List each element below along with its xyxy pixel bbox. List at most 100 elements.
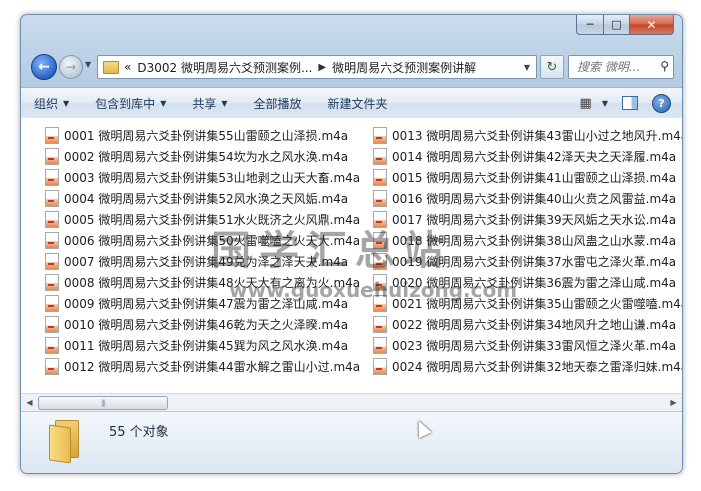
audio-file-icon [45,190,59,207]
include-library-label: 包含到库中 [95,96,156,111]
audio-file-icon [45,211,59,228]
file-item[interactable]: 0012 微明周易六爻卦例讲集44雷水解之雷山小过.m4a [45,356,370,377]
file-item[interactable]: 0020 微明周易六爻卦例讲集36震为雷之泽山咸.m4a [373,272,682,293]
audio-file-icon [373,253,387,270]
item-count: 55 个对象 [109,425,169,440]
file-column-left: 0001 微明周易六爻卦例讲集55山雷颐之山泽损.m4a 0002 微明周易六爻… [45,125,370,377]
audio-file-icon [45,274,59,291]
close-button[interactable]: ✕ [630,15,674,35]
details-pane: 55 个对象 [21,411,682,473]
preview-pane-icon[interactable] [622,96,638,110]
file-name: 0019 微明周易六爻卦例讲集37水雷屯之泽火革.m4a [392,255,677,269]
file-name: 0001 微明周易六爻卦例讲集55山雷颐之山泽损.m4a [64,129,349,143]
scroll-left-button[interactable]: ◀ [21,394,38,411]
audio-file-icon [373,211,387,228]
recent-pages-dropdown[interactable]: ▼ [85,60,91,69]
audio-file-icon [373,295,387,312]
file-item[interactable]: 0003 微明周易六爻卦例讲集53山地剥之山天大畜.m4a [45,167,370,188]
audio-file-icon [45,127,59,144]
chevron-down-icon: ▼ [63,98,70,108]
minimize-button[interactable]: ─ [576,15,604,35]
file-item[interactable]: 0016 微明周易六爻卦例讲集40山火贲之风雷益.m4a [373,188,682,209]
change-view-icon[interactable]: ▦ [580,96,592,111]
file-item[interactable]: 0015 微明周易六爻卦例讲集41山雷颐之山泽损.m4a [373,167,682,188]
new-folder-button[interactable]: 新建文件夹 [315,88,401,118]
file-name: 0013 微明周易六爻卦例讲集43雷山小过之地风升.m4a [392,129,682,143]
file-item[interactable]: 0007 微明周易六爻卦例讲集49兑为泽之泽天夬.m4a [45,251,370,272]
play-all-button[interactable]: 全部播放 [241,88,315,118]
file-name: 0009 微明周易六爻卦例讲集47震为雷之泽山咸.m4a [64,297,349,311]
file-name: 0002 微明周易六爻卦例讲集54坎为水之风水涣.m4a [64,150,349,164]
help-icon[interactable]: ? [652,93,671,113]
breadcrumb-item-parent[interactable]: D3002 微明周易六爻预测案例... [137,59,312,76]
scroll-right-button[interactable]: ▶ [665,394,682,411]
address-bar[interactable]: « D3002 微明周易六爻预测案例... ▶ 微明周易六爻预测案例讲解 ▼ [97,55,537,79]
audio-file-icon [45,316,59,333]
file-item[interactable]: 0006 微明周易六爻卦例讲集50火雷噬嗑之火天大.m4a [45,230,370,251]
file-name: 0006 微明周易六爻卦例讲集50火雷噬嗑之火天大.m4a [64,234,361,248]
maximize-button[interactable]: □ [604,15,630,35]
audio-file-icon [45,358,59,375]
organize-menu[interactable]: 组织 ▼ [21,88,82,118]
file-item[interactable]: 0017 微明周易六爻卦例讲集39天风姤之天水讼.m4a [373,209,682,230]
file-item[interactable]: 0018 微明周易六爻卦例讲集38山风蛊之山水蒙.m4a [373,230,682,251]
refresh-button[interactable]: ↻ [540,55,564,79]
file-item[interactable]: 0022 微明周易六爻卦例讲集34地风升之地山谦.m4a [373,314,682,335]
forward-button[interactable]: → [59,55,83,79]
command-bar: 组织 ▼ 包含到库中 ▼ 共享 ▼ 全部播放 新建文件夹 ▦ ▼ ? [21,87,682,119]
file-name: 0008 微明周易六爻卦例讲集48火天大有之离为火.m4a [64,276,361,290]
audio-file-icon [45,337,59,354]
audio-file-icon [45,253,59,270]
file-item[interactable]: 0002 微明周易六爻卦例讲集54坎为水之风水涣.m4a [45,146,370,167]
search-icon[interactable]: ⚲ [660,59,669,73]
file-item[interactable]: 0005 微明周易六爻卦例讲集51水火既济之火风鼎.m4a [45,209,370,230]
include-in-library-menu[interactable]: 包含到库中 ▼ [82,88,179,118]
chevron-down-icon: ▼ [221,98,228,108]
breadcrumb-separator[interactable]: ▶ [318,62,326,73]
file-name: 0004 微明周易六爻卦例讲集52风水涣之天风姤.m4a [64,192,349,206]
audio-file-icon [373,127,387,144]
search-box[interactable]: ⚲ [568,55,674,79]
audio-file-icon [45,148,59,165]
file-name: 0007 微明周易六爻卦例讲集49兑为泽之泽天夬.m4a [64,255,349,269]
caption-buttons: ─ □ ✕ [576,15,674,35]
file-name: 0018 微明周易六爻卦例讲集38山风蛊之山水蒙.m4a [392,234,677,248]
breadcrumb-overflow[interactable]: « [124,60,131,74]
scroll-thumb[interactable]: ||| [38,396,168,410]
file-name: 0016 微明周易六爻卦例讲集40山火贲之风雷益.m4a [392,192,677,206]
file-name: 0005 微明周易六爻卦例讲集51水火既济之火风鼎.m4a [64,213,361,227]
audio-file-icon [373,190,387,207]
horizontal-scrollbar[interactable]: ◀ ||| ▶ [21,393,682,411]
address-dropdown[interactable]: ▼ [518,56,536,78]
play-all-label: 全部播放 [253,96,302,111]
file-item[interactable]: 0019 微明周易六爻卦例讲集37水雷屯之泽火革.m4a [373,251,682,272]
file-item[interactable]: 0014 微明周易六爻卦例讲集42泽天夬之天泽履.m4a [373,146,682,167]
file-name: 0017 微明周易六爻卦例讲集39天风姤之天水讼.m4a [392,213,677,227]
navigation-bar: ← → ▼ « D3002 微明周易六爻预测案例... ▶ 微明周易六爻预测案例… [21,51,682,83]
file-item[interactable]: 0013 微明周易六爻卦例讲集43雷山小过之地风升.m4a [373,125,682,146]
file-column-right: 0013 微明周易六爻卦例讲集43雷山小过之地风升.m4a 0014 微明周易六… [373,125,682,377]
share-label: 共享 [192,96,217,111]
file-list: 0001 微明周易六爻卦例讲集55山雷颐之山泽损.m4a 0002 微明周易六爻… [21,118,682,393]
file-item[interactable]: 0023 微明周易六爻卦例讲集33雷风恒之泽火革.m4a [373,335,682,356]
file-item[interactable]: 0001 微明周易六爻卦例讲集55山雷颐之山泽损.m4a [45,125,370,146]
audio-file-icon [373,232,387,249]
toolbar-right: ▦ ▼ ? [580,88,682,118]
file-item[interactable]: 0008 微明周易六爻卦例讲集48火天大有之离为火.m4a [45,272,370,293]
file-item[interactable]: 0011 微明周易六爻卦例讲集45巽为风之风水涣.m4a [45,335,370,356]
organize-label: 组织 [34,96,59,111]
file-item[interactable]: 0010 微明周易六爻卦例讲集46乾为天之火泽睽.m4a [45,314,370,335]
breadcrumb-item-current[interactable]: 微明周易六爻预测案例讲解 [332,59,476,76]
file-item[interactable]: 0004 微明周易六爻卦例讲集52风水涣之天风姤.m4a [45,188,370,209]
view-options-dropdown[interactable]: ▼ [602,99,608,108]
explorer-window: ─ □ ✕ ← → ▼ « D3002 微明周易六爻预测案例... ▶ 微明周易… [20,14,683,474]
search-input[interactable] [575,59,657,75]
share-menu[interactable]: 共享 ▼ [179,88,240,118]
audio-file-icon [373,358,387,375]
file-item[interactable]: 0009 微明周易六爻卦例讲集47震为雷之泽山咸.m4a [45,293,370,314]
file-item[interactable]: 0021 微明周易六爻卦例讲集35山雷颐之火雷噬嗑.m4a [373,293,682,314]
back-button[interactable]: ← [31,54,57,80]
audio-file-icon [373,169,387,186]
file-item[interactable]: 0024 微明周易六爻卦例讲集32地天泰之雷泽归妹.m4a [373,356,682,377]
file-name: 0011 微明周易六爻卦例讲集45巽为风之风水涣.m4a [64,339,349,353]
